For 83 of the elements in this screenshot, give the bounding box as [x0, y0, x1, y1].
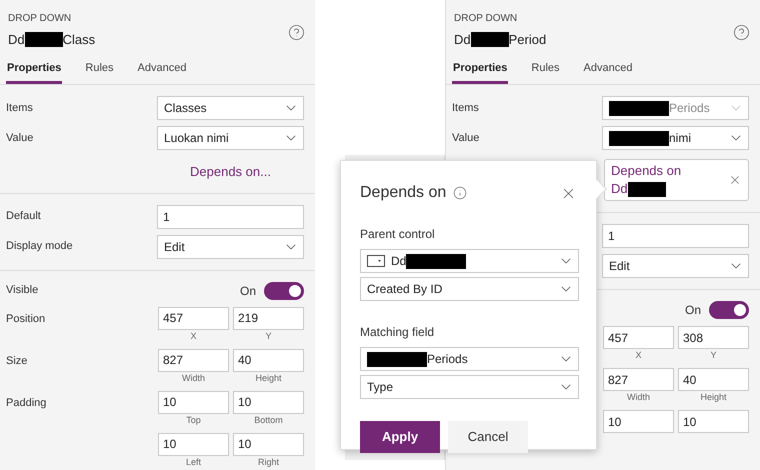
- field-caption: Y: [710, 349, 716, 362]
- field-caption: Top: [186, 414, 201, 426]
- property-label: Padding: [6, 396, 46, 408]
- dropdown[interactable]: Edit: [157, 234, 304, 258]
- dropdown[interactable]: Luokan nimi: [157, 126, 304, 150]
- input-field[interactable]: 457: [158, 306, 229, 330]
- input-field[interactable]: 827: [603, 368, 674, 391]
- input-field[interactable]: 1: [602, 224, 749, 248]
- input-field[interactable]: 219: [233, 306, 304, 330]
- toggle-state: On: [240, 282, 256, 300]
- property-label: Default: [6, 210, 41, 222]
- input-field[interactable]: 10: [233, 390, 304, 414]
- field-caption: Height: [255, 372, 282, 384]
- tab[interactable]: Rules: [530, 60, 561, 84]
- tab[interactable]: Rules: [84, 60, 115, 84]
- field-caption: X: [635, 349, 642, 362]
- input-field[interactable]: 40: [678, 368, 749, 391]
- dropdown[interactable]: Periods: [360, 347, 579, 371]
- apply-button[interactable]: Apply: [360, 421, 440, 453]
- dropdown[interactable]: Created By ID: [360, 277, 579, 301]
- control-name: Dd: [454, 31, 471, 49]
- property-label: Items: [452, 102, 479, 114]
- field-label: Matching field: [360, 324, 436, 341]
- redaction-bar: [367, 352, 427, 366]
- dependency-text: Dd: [611, 180, 628, 198]
- control-type-caption: DROP DOWN: [454, 12, 518, 26]
- redaction-bar: [470, 32, 509, 48]
- property-label: Value: [452, 132, 480, 144]
- property-label: Value: [6, 132, 34, 144]
- help-icon[interactable]: [733, 24, 750, 41]
- property-label: Display mode: [6, 240, 73, 252]
- redaction-bar: [406, 254, 466, 268]
- control-name: Dd: [8, 31, 25, 49]
- tab[interactable]: Advanced: [136, 60, 188, 84]
- dropdown[interactable]: Type: [360, 375, 579, 399]
- redaction-bar: [24, 32, 63, 48]
- toggle-switch[interactable]: [264, 282, 304, 300]
- field-caption: Y: [265, 330, 272, 342]
- field-caption: Bottom: [254, 414, 283, 426]
- property-label: Size: [6, 354, 28, 366]
- field-caption: Right: [258, 456, 279, 468]
- toggle-state: On: [684, 302, 701, 319]
- dropdown[interactable]: Classes: [157, 96, 304, 120]
- control-name: Period: [508, 31, 546, 49]
- toggle-switch[interactable]: [709, 301, 749, 319]
- redaction-bar: [628, 182, 666, 196]
- dropdown-control-icon: [367, 255, 385, 267]
- input-field[interactable]: 40: [233, 348, 304, 372]
- info-icon[interactable]: [453, 186, 468, 200]
- input-field[interactable]: 10: [603, 410, 674, 433]
- input-field[interactable]: 10: [158, 432, 229, 456]
- dropdown[interactable]: Edit: [602, 254, 749, 278]
- input-field[interactable]: 10: [678, 410, 749, 433]
- depends-on-link[interactable]: Depends on...: [157, 162, 304, 182]
- field-caption: Height: [700, 391, 726, 404]
- field-caption: Left: [186, 456, 201, 468]
- property-label: Position: [6, 312, 46, 324]
- property-label: Visible: [6, 284, 38, 296]
- dropdown[interactable]: Dd: [360, 249, 579, 273]
- help-icon[interactable]: [288, 24, 305, 41]
- control-name: Class: [62, 31, 96, 49]
- dialog-title: Depends on: [360, 183, 446, 203]
- control-type-caption: DROP DOWN: [8, 12, 72, 26]
- redaction-bar: [609, 100, 669, 116]
- dropdown[interactable]: nimi: [602, 126, 749, 150]
- dependency-text: Depends on: [611, 162, 682, 180]
- input-field[interactable]: 10: [158, 390, 229, 414]
- input-field[interactable]: 827: [158, 348, 229, 372]
- input-field[interactable]: 10: [233, 432, 304, 456]
- field-caption: X: [190, 330, 196, 342]
- tab[interactable]: Properties: [452, 60, 508, 84]
- tab[interactable]: Properties: [6, 60, 62, 84]
- input-field[interactable]: 457: [603, 326, 674, 349]
- property-label: Items: [6, 102, 33, 114]
- field-label: Parent control: [360, 226, 436, 243]
- field-caption: Width: [626, 391, 650, 404]
- input-field[interactable]: 1: [157, 204, 304, 228]
- tab[interactable]: Advanced: [582, 60, 634, 84]
- cancel-button[interactable]: Cancel: [448, 421, 528, 453]
- input-field[interactable]: 308: [678, 326, 749, 349]
- redaction-bar: [609, 130, 669, 146]
- dependency-chip[interactable]: Depends on Dd: [604, 159, 749, 201]
- field-caption: Width: [182, 372, 205, 384]
